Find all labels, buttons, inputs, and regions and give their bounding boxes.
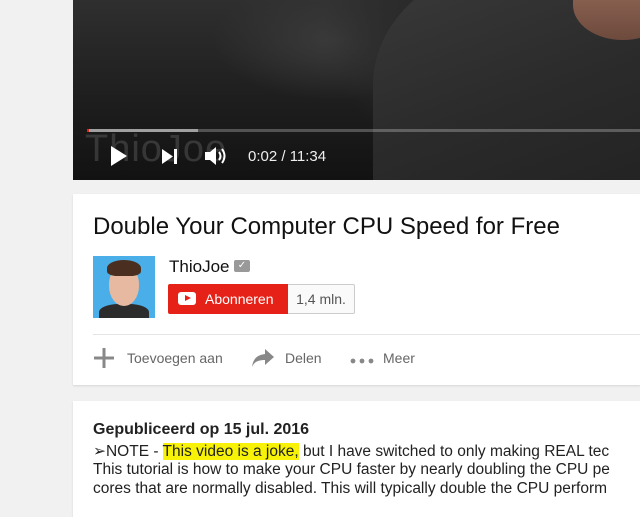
progress-bar[interactable] [87, 129, 640, 132]
description-line: ➢NOTE - This video is a joke, but I have… [93, 442, 609, 461]
share-icon [251, 347, 275, 372]
description-note-suffix: but I have switched to only making REAL … [298, 443, 610, 460]
description-line: cores that are normally disabled. This w… [93, 480, 608, 497]
highlighted-text: This video is a joke, [162, 443, 299, 460]
publish-date: Gepubliceerd op 15 jul. 2016 [93, 421, 310, 438]
next-icon[interactable] [161, 148, 179, 170]
subscribe-button[interactable]: Abonneren [168, 284, 288, 314]
video-info-card: Double Your Computer CPU Speed for Free … [73, 194, 640, 385]
more-label: Meer [383, 350, 415, 366]
play-icon[interactable] [109, 145, 129, 172]
description-note-prefix: ➢NOTE - [93, 443, 163, 460]
progress-played [87, 129, 89, 132]
description-card: Gepubliceerd op 15 jul. 2016 ➢NOTE - Thi… [73, 401, 640, 517]
volume-icon[interactable] [204, 145, 230, 172]
divider [93, 334, 640, 335]
description-line: This tutorial is how to make your CPU fa… [93, 461, 610, 478]
video-player[interactable]: ThioJoe 0:02 / 11:34 [73, 0, 640, 180]
add-to-label: Toevoegen aan [127, 350, 223, 366]
subscriber-count: 1,4 mln. [288, 284, 355, 314]
video-title: Double Your Computer CPU Speed for Free [93, 213, 560, 240]
progress-buffered [87, 129, 198, 132]
channel-avatar[interactable] [93, 256, 155, 318]
verified-badge-icon: ✓ [234, 260, 250, 272]
share-label: Delen [285, 350, 322, 366]
plus-icon [93, 347, 115, 372]
channel-name[interactable]: ThioJoe [169, 257, 229, 277]
youtube-logo-icon [178, 292, 196, 305]
time-display: 0:02 / 11:34 [248, 148, 327, 165]
subscribe-label: Abonneren [205, 291, 274, 307]
more-dots-icon [349, 352, 375, 368]
